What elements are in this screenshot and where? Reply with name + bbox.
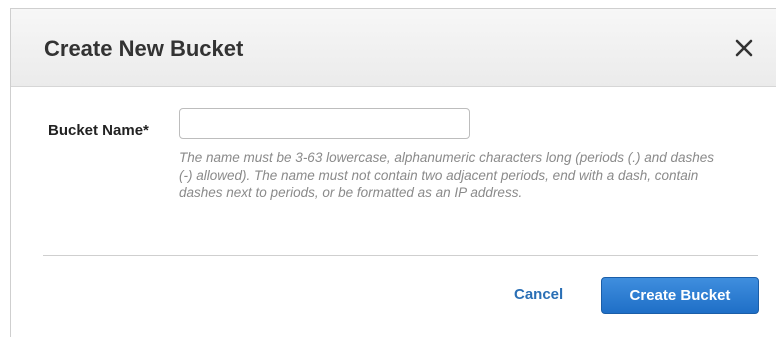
bucket-name-input[interactable] [179,108,470,139]
bucket-name-label: Bucket Name* [48,122,149,139]
dialog-header: Create New Bucket [11,9,776,87]
bucket-name-help-text: The name must be 3-63 lowercase, alphanu… [179,150,715,200]
close-button[interactable] [731,35,757,61]
dialog-title: Create New Bucket [44,36,244,61]
create-bucket-dialog: Create New Bucket Bucket Name* The name … [10,8,776,337]
dialog-divider [43,255,758,256]
close-icon [735,39,753,57]
create-bucket-button[interactable]: Create Bucket [601,277,759,314]
cancel-button[interactable]: Cancel [514,286,563,304]
